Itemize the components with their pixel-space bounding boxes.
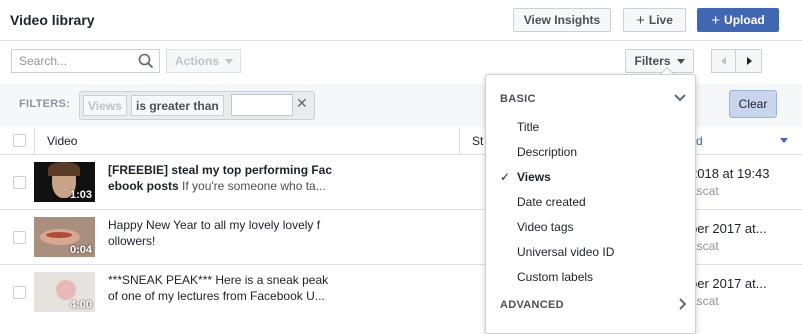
filter-field[interactable]: Views <box>83 95 127 116</box>
chevron-down-icon <box>225 58 234 64</box>
upload-label: Upload <box>724 13 765 27</box>
chevron-left-icon <box>720 57 726 65</box>
video-duration: 1:03 <box>69 189 92 201</box>
menu-item-title[interactable]: Title <box>517 120 539 134</box>
close-icon[interactable]: ✕ <box>296 95 308 112</box>
filters-button[interactable]: Filters <box>625 49 694 73</box>
chevron-right-icon <box>746 57 752 65</box>
menu-item-description[interactable]: Description <box>517 145 577 159</box>
video-date: ber 2017 at... <box>690 221 767 236</box>
row-checkbox[interactable] <box>13 176 26 189</box>
chevron-down-icon <box>676 58 685 64</box>
filters-label: FILTERS: <box>19 98 71 110</box>
upload-button[interactable]: + Upload <box>697 8 779 32</box>
video-duration: 4:00 <box>69 299 92 311</box>
video-title[interactable]: ***SNEAK PEAK*** Here is a sneak peak of… <box>108 272 336 304</box>
chevron-right-icon[interactable] <box>678 298 686 310</box>
section-advanced[interactable]: ADVANCED <box>500 299 564 311</box>
video-date: 2018 at 19:43 <box>690 166 770 181</box>
video-title-bold: [FREEBIE] steal my top performing Fac <box>108 163 333 177</box>
video-thumbnail[interactable]: 4:00 <box>34 272 95 312</box>
plus-icon: + <box>711 11 721 29</box>
video-description-2: ollowers! <box>108 234 156 248</box>
page-title: Video library <box>10 12 95 28</box>
clear-button[interactable]: Clear <box>729 90 777 118</box>
actions-dropdown[interactable]: Actions <box>166 49 241 73</box>
filter-value-input[interactable] <box>231 94 293 116</box>
checkmark-icon: ✓ <box>500 170 511 184</box>
video-description-2: of one of my lectures from Facebook U... <box>108 289 325 303</box>
next-page-button[interactable] <box>735 49 762 73</box>
video-description: Happy New Year to all my lovely lovely f <box>108 218 321 232</box>
video-description: If you're someone who ta... <box>178 179 326 193</box>
view-insights-label: View Insights <box>523 13 601 27</box>
thumbnail-hair <box>48 162 80 176</box>
column-divider <box>459 128 460 155</box>
menu-item-universal-video-id[interactable]: Universal video ID <box>517 245 614 259</box>
video-title-bold-2: ebook posts <box>108 179 179 193</box>
live-label: Live <box>648 13 673 27</box>
search-input[interactable]: Search... <box>11 49 160 73</box>
view-insights-button[interactable]: View Insights <box>513 8 611 32</box>
previous-page-button[interactable] <box>711 49 736 73</box>
column-divider <box>34 128 35 155</box>
column-video[interactable]: Video <box>47 134 77 148</box>
column-date[interactable]: d <box>696 134 703 148</box>
row-checkbox[interactable] <box>13 286 26 299</box>
thumbnail-object <box>56 280 76 300</box>
live-button[interactable]: + Live <box>623 8 686 32</box>
thumbnail-detail <box>46 232 72 238</box>
video-date: ber 2017 at... <box>690 276 767 291</box>
video-title[interactable]: Happy New Year to all my lovely lovely f… <box>108 217 336 249</box>
select-all-checkbox[interactable] <box>13 134 26 147</box>
filter-operator[interactable]: is greater than <box>131 95 224 116</box>
video-title[interactable]: [FREEBIE] steal my top performing Fac eb… <box>108 162 336 194</box>
header-divider <box>0 40 802 41</box>
row-checkbox[interactable] <box>13 231 26 244</box>
sort-arrow-icon[interactable] <box>780 138 788 143</box>
search-icon <box>138 53 154 69</box>
column-status[interactable]: St <box>472 134 483 148</box>
filters-label: Filters <box>634 54 671 68</box>
video-thumbnail[interactable]: 0:04 <box>34 217 95 257</box>
video-thumbnail[interactable]: 1:03 <box>34 162 95 202</box>
chevron-down-icon[interactable] <box>674 93 686 103</box>
menu-item-custom-labels[interactable]: Custom labels <box>517 270 593 284</box>
menu-item-date-created[interactable]: Date created <box>517 195 586 209</box>
plus-icon: + <box>636 11 645 29</box>
video-description: ***SNEAK PEAK*** Here is a sneak peak <box>108 273 329 287</box>
section-basic[interactable]: BASIC <box>500 93 536 105</box>
menu-item-views[interactable]: Views <box>517 170 551 184</box>
menu-item-video-tags[interactable]: Video tags <box>517 220 574 234</box>
actions-label: Actions <box>175 54 220 68</box>
search-placeholder: Search... <box>19 54 68 68</box>
video-duration: 0:04 <box>69 244 92 256</box>
